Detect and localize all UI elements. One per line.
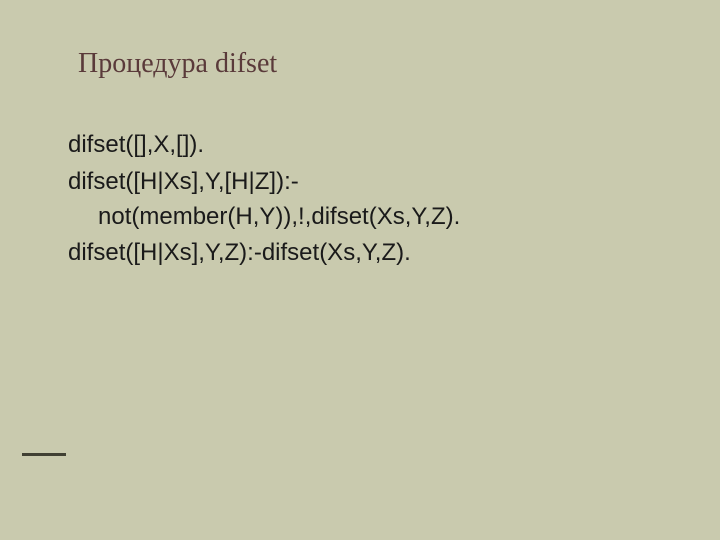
code-line-3: difset([H|Xs],Y,Z):-difset(Xs,Y,Z).: [68, 236, 660, 271]
code-line-2: difset([H|Xs],Y,[H|Z]):-not(member(H,Y))…: [68, 165, 660, 235]
code-line-1: difset([],X,[]).: [68, 128, 660, 163]
footer-dash-decoration: [22, 453, 66, 456]
slide-title: Процедура difset: [78, 48, 277, 80]
slide-body: difset([],X,[]). difset([H|Xs],Y,[H|Z]):…: [68, 128, 660, 273]
